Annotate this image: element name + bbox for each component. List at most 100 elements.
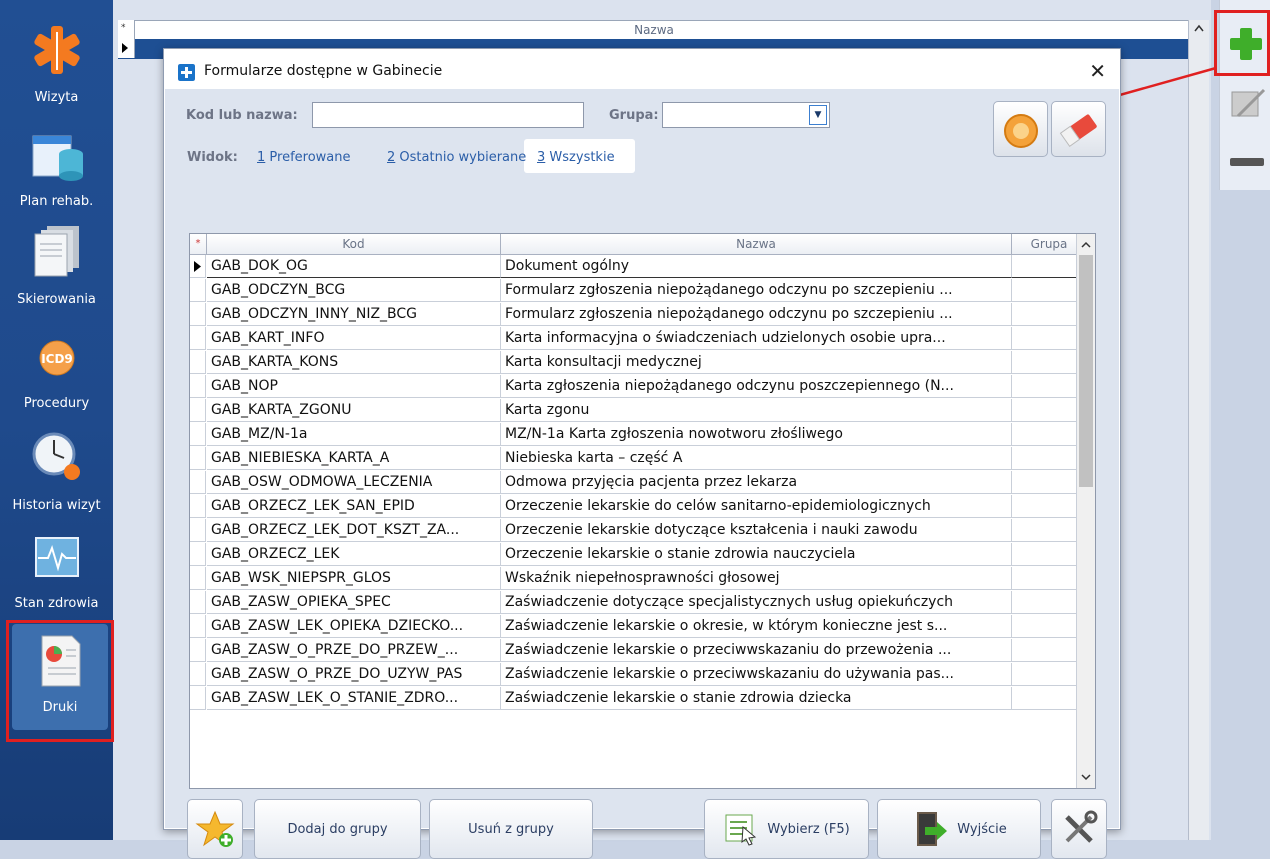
table-row[interactable]: GAB_WSK_NIEPSPR_GLOS Wskaźnik niepełnospr… xyxy=(190,567,1085,591)
table-row[interactable]: GAB_DOK_OG Dokument ogólny xyxy=(190,255,1085,279)
table-row[interactable]: GAB_MZ/N-1a MZ/N-1a Karta zgłoszenia nowo… xyxy=(190,423,1085,447)
dialog-plus-icon xyxy=(178,64,195,81)
table-row[interactable]: GAB_NOP Karta zgłoszenia niepożądanego od… xyxy=(190,375,1085,399)
close-icon[interactable]: ✕ xyxy=(1089,59,1106,83)
scroll-up-icon[interactable] xyxy=(1189,20,1209,36)
select-list-icon xyxy=(725,814,757,846)
sidebar-item-plan-rehab[interactable]: Plan rehab. xyxy=(0,132,113,209)
tab-preferowane[interactable]: 1 Preferowane xyxy=(257,150,351,165)
cell-grupa xyxy=(1012,519,1085,542)
highlight-druki xyxy=(6,620,114,742)
sidebar-item-historia-wizyt[interactable]: Historia wizyt xyxy=(0,428,113,513)
cell-nazwa: MZ/N-1a Karta zgłoszenia nowotworu złośl… xyxy=(501,423,1012,446)
sidebar-item-skierowania[interactable]: Skierowania xyxy=(0,222,113,307)
cell-kod: GAB_KARTA_ZGONU xyxy=(207,399,501,422)
sidebar-item-label: Wizyta xyxy=(34,90,79,105)
column-header-kod[interactable]: Kod xyxy=(207,234,501,254)
row-indicator xyxy=(190,279,206,302)
cell-grupa xyxy=(1012,255,1085,278)
table-row[interactable]: GAB_ODCZYN_BCG Formularz zgłoszenia niepo… xyxy=(190,279,1085,303)
column-header-nazwa[interactable]: Nazwa xyxy=(501,234,1012,254)
cell-kod: GAB_ZASW_LEK_OPIEKA_DZIECKO... xyxy=(207,615,501,638)
table-row[interactable]: GAB_OSW_ODMOWA_LECZENIA Odmowa przyjęcia … xyxy=(190,471,1085,495)
cell-kod: GAB_ZASW_OPIEKA_SPEC xyxy=(207,591,501,614)
cell-grupa xyxy=(1012,471,1085,494)
scroll-thumb[interactable] xyxy=(1079,255,1093,487)
header-indicator: * xyxy=(190,234,207,254)
cell-kod: GAB_NIEBIESKA_KARTA_A xyxy=(207,447,501,470)
edit-button[interactable] xyxy=(1224,80,1268,126)
row-indicator xyxy=(190,687,206,710)
exit-button[interactable]: Wyjście xyxy=(877,799,1041,859)
table-row[interactable]: GAB_ORZECZ_LEK_SAN_EPID Orzeczenie lekars… xyxy=(190,495,1085,519)
remove-button[interactable] xyxy=(1224,142,1268,182)
cell-grupa xyxy=(1012,279,1085,302)
sidebar-item-stan-zdrowia[interactable]: Stan zdrowia xyxy=(0,534,113,611)
cell-nazwa: Wskaźnik niepełnosprawności głosowej xyxy=(501,567,1012,590)
cell-kod: GAB_NOP xyxy=(207,375,501,398)
clear-filter-button[interactable] xyxy=(993,101,1048,157)
sidebar-item-label: Skierowania xyxy=(17,292,96,307)
sidebar-item-label: Procedury xyxy=(23,396,90,411)
cell-grupa xyxy=(1012,303,1085,326)
table-row[interactable]: GAB_KARTA_KONS Karta konsultacji medyczne… xyxy=(190,351,1085,375)
table-row[interactable]: GAB_NIEBIESKA_KARTA_A Niebieska karta – c… xyxy=(190,447,1085,471)
table-row[interactable]: GAB_KART_INFO Karta informacyjna o świadc… xyxy=(190,327,1085,351)
tab-wszystkie[interactable]: 3 Wszystkie xyxy=(537,150,615,165)
scroll-down-icon[interactable] xyxy=(1077,768,1095,786)
search-label: Kod lub nazwa: xyxy=(186,108,298,123)
row-indicator xyxy=(190,591,206,614)
table-row[interactable]: GAB_KARTA_ZGONU Karta zgonu xyxy=(190,399,1085,423)
group-select[interactable]: ▼ xyxy=(662,102,830,128)
icd9-icon: ICD9 xyxy=(39,340,74,376)
table-row[interactable]: GAB_ZASW_LEK_OPIEKA_DZIECKO... Zaświadcze… xyxy=(190,615,1085,639)
add-to-group-button[interactable]: Dodaj do grupy xyxy=(254,799,421,859)
row-indicator xyxy=(190,327,206,350)
remove-from-group-button[interactable]: Usuń z grupy xyxy=(429,799,593,859)
cell-grupa xyxy=(1012,495,1085,518)
row-pointer-icon: * xyxy=(121,23,128,53)
settings-button[interactable] xyxy=(1051,799,1107,859)
cell-kod: GAB_MZ/N-1a xyxy=(207,423,501,446)
eraser-button[interactable] xyxy=(1051,101,1106,157)
cell-nazwa: Zaświadczenie dotyczące specjalistycznyc… xyxy=(501,591,1012,614)
table-row[interactable]: GAB_ORZECZ_LEK Orzeczenie lekarskie o sta… xyxy=(190,543,1085,567)
scroll-up-icon[interactable] xyxy=(1077,236,1095,254)
cell-nazwa: Zaświadczenie lekarskie o przeciwwskazan… xyxy=(501,639,1012,662)
table-row[interactable]: GAB_ZASW_LEK_O_STANIE_ZDRO... Zaświadczen… xyxy=(190,687,1085,711)
sidebar-item-label: Historia wizyt xyxy=(12,498,101,513)
row-indicator xyxy=(190,423,206,446)
grid-column-nazwa: Nazwa xyxy=(634,23,674,37)
table-row[interactable]: GAB_ZASW_O_PRZE_DO_UZYW_PAS Zaświadczenie… xyxy=(190,663,1085,687)
tools-icon xyxy=(1065,810,1098,843)
favorite-button[interactable] xyxy=(187,799,243,859)
tab-ostatnio-wybierane[interactable]: 2 Ostatnio wybierane xyxy=(387,150,526,165)
group-label: Grupa: xyxy=(609,108,659,123)
table-row[interactable]: GAB_ZASW_OPIEKA_SPEC Zaświadczenie dotycz… xyxy=(190,591,1085,615)
cell-grupa xyxy=(1012,351,1085,374)
table-row[interactable]: GAB_ZASW_O_PRZE_DO_PRZEW_... Zaświadczeni… xyxy=(190,639,1085,663)
sidebar-item-label: Plan rehab. xyxy=(19,194,94,209)
cell-kod: GAB_ZASW_O_PRZE_DO_PRZEW_... xyxy=(207,639,501,662)
choose-button[interactable]: Wybierz (F5) xyxy=(704,799,869,859)
cell-grupa xyxy=(1012,639,1085,662)
heart-monitor-icon xyxy=(34,537,79,577)
row-indicator xyxy=(190,615,206,638)
cell-kod: GAB_ODCZYN_INNY_NIZ_BCG xyxy=(207,303,501,326)
cell-nazwa: Karta zgłoszenia niepożądanego odczynu p… xyxy=(501,375,1012,398)
edit-document-icon xyxy=(1231,88,1266,118)
cell-nazwa: Orzeczenie lekarskie o stanie zdrowia na… xyxy=(501,543,1012,566)
cell-grupa xyxy=(1012,375,1085,398)
row-indicator xyxy=(190,663,206,686)
forms-table: * Kod Nazwa Grupa GAB_DOK_OG Dokument ogó… xyxy=(189,233,1096,789)
table-row[interactable]: GAB_ORZECZ_LEK_DOT_KSZT_ZA... Orzeczenie … xyxy=(190,519,1085,543)
chevron-down-icon[interactable]: ▼ xyxy=(809,105,827,125)
sidebar-item-wizyta[interactable]: Wizyta xyxy=(0,22,113,105)
row-indicator xyxy=(190,447,206,470)
sidebar-item-procedury[interactable]: ICD9 Procedury xyxy=(0,338,113,411)
cell-grupa xyxy=(1012,423,1085,446)
search-input[interactable] xyxy=(312,102,584,128)
table-row[interactable]: GAB_ODCZYN_INNY_NIZ_BCG Formularz zgłosze… xyxy=(190,303,1085,327)
cell-kod: GAB_ODCZYN_BCG xyxy=(207,279,501,302)
table-scrollbar[interactable] xyxy=(1076,234,1095,788)
